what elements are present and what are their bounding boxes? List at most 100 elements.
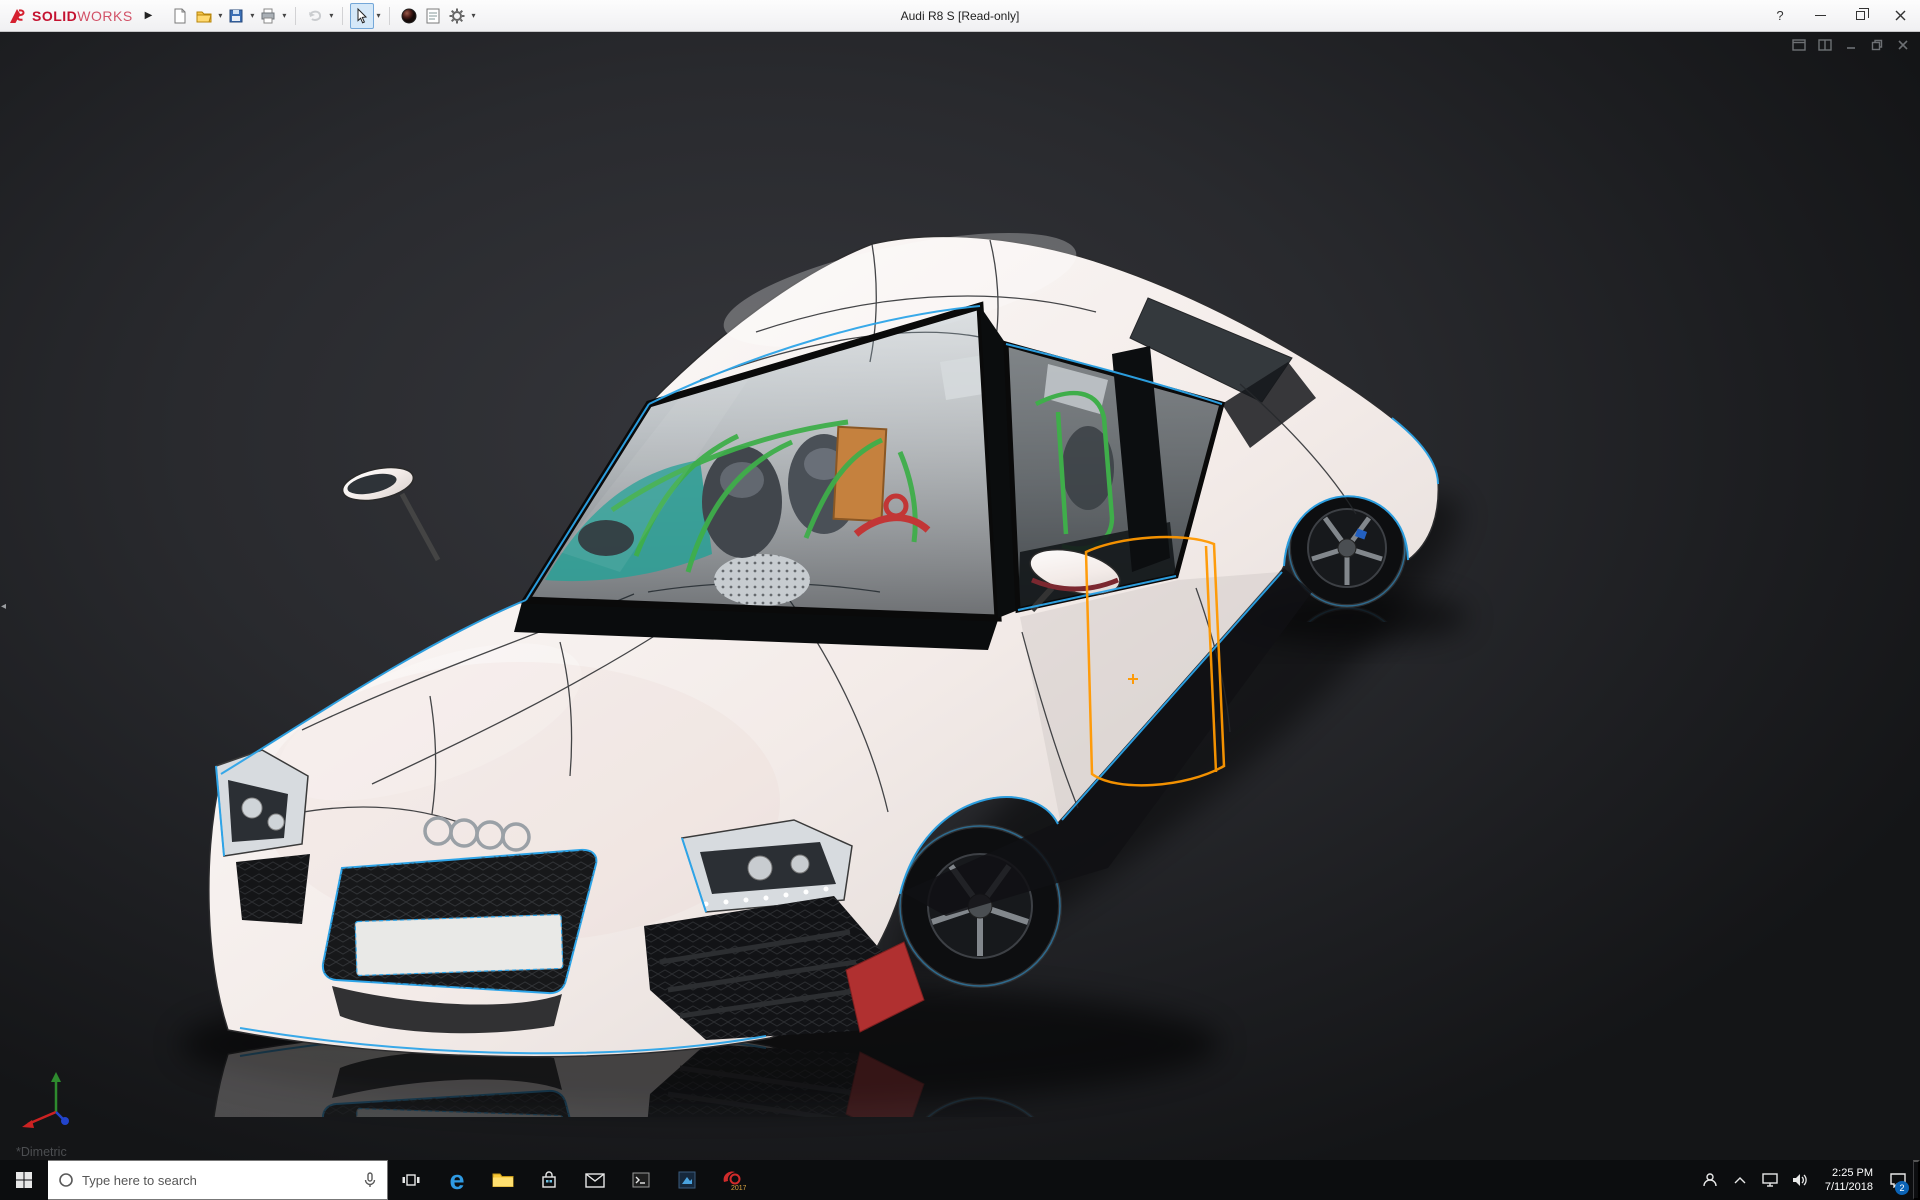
undo-dropdown[interactable]: ▾ xyxy=(327,11,335,20)
file-explorer-button[interactable] xyxy=(480,1160,526,1200)
split-window-icon xyxy=(1818,39,1832,51)
clock-date: 7/11/2018 xyxy=(1824,1181,1873,1193)
file-properties-button[interactable] xyxy=(421,3,445,29)
save-button[interactable] xyxy=(224,3,248,29)
task-view-button[interactable] xyxy=(388,1160,434,1200)
windows-logo-icon xyxy=(16,1172,32,1188)
people-button[interactable] xyxy=(1695,1160,1725,1200)
print-dropdown[interactable]: ▾ xyxy=(280,11,288,20)
screen: SOLIDWORKS ▶ ▾ ▾ ▾ ▾ ▾ ▾ Audi R8 S [Read… xyxy=(0,0,1920,1200)
microphone-icon[interactable] xyxy=(363,1172,377,1188)
edit-toolbar-group: ▾ xyxy=(303,3,335,29)
titlebar-controls: ? xyxy=(1760,0,1920,31)
view-toolbar-group: ▾ xyxy=(397,3,477,29)
open-dropdown[interactable]: ▾ xyxy=(216,11,224,20)
options-dropdown[interactable]: ▾ xyxy=(469,11,477,20)
minimize-doc-button[interactable] xyxy=(1842,37,1860,53)
file-explorer-icon xyxy=(492,1173,514,1187)
toolbar-separator xyxy=(389,6,391,25)
start-button[interactable] xyxy=(0,1160,48,1200)
options-button[interactable] xyxy=(445,3,469,29)
toolbar-separator xyxy=(295,6,297,25)
close-doc-icon xyxy=(1898,40,1908,50)
toolbar-separator xyxy=(342,6,344,25)
store-icon xyxy=(542,1171,556,1188)
brand-solid: SOLID xyxy=(32,7,78,24)
network-button[interactable] xyxy=(1755,1160,1785,1200)
search-placeholder: Type here to search xyxy=(82,1172,197,1188)
minimize-icon xyxy=(1814,15,1826,16)
z-axis-dot xyxy=(61,1117,69,1125)
print-icon xyxy=(261,8,275,23)
split-window-button[interactable] xyxy=(1816,37,1834,53)
command-prompt-icon xyxy=(632,1172,650,1188)
svg-text:2017: 2017 xyxy=(731,1185,746,1192)
command-prompt-button[interactable] xyxy=(618,1160,664,1200)
solidworks-logo: SOLIDWORKS xyxy=(0,6,139,26)
show-desktop-button[interactable] xyxy=(1913,1160,1920,1200)
mail-button[interactable] xyxy=(572,1160,618,1200)
ds-logo-icon xyxy=(10,8,25,23)
car-model[interactable] xyxy=(209,210,1438,1057)
network-icon xyxy=(1762,1173,1778,1187)
minimize-doc-icon xyxy=(1847,47,1855,49)
taskbar-clock[interactable]: 2:25 PM 7/11/2018 xyxy=(1815,1160,1883,1200)
undo-icon xyxy=(309,10,322,21)
new-document-icon xyxy=(174,8,186,23)
select-arrow-icon xyxy=(357,7,368,23)
main-toolbar: ▾ ▾ ▾ ▾ ▾ ▾ xyxy=(168,2,477,29)
new-window-button[interactable] xyxy=(1790,37,1808,53)
new-window-icon xyxy=(1792,39,1806,51)
store-button[interactable] xyxy=(526,1160,572,1200)
options-gear-icon xyxy=(449,8,465,23)
document-window-controls xyxy=(1790,37,1912,53)
restore-button[interactable] xyxy=(1840,0,1880,31)
audi-r8-model-scene[interactable] xyxy=(0,32,1920,1160)
edge-button[interactable]: e xyxy=(434,1160,480,1200)
cortana-icon xyxy=(59,1173,73,1187)
y-axis-arrow xyxy=(51,1072,61,1082)
save-dropdown[interactable]: ▾ xyxy=(248,11,256,20)
brand-text: SOLIDWORKS xyxy=(32,8,133,24)
close-button[interactable] xyxy=(1880,0,1920,31)
action-center-button[interactable]: 2 xyxy=(1883,1160,1913,1200)
graphics-viewport[interactable]: ◂ *Dimetric xyxy=(0,32,1920,1160)
notification-badge: 2 xyxy=(1895,1181,1909,1195)
appearance-button[interactable] xyxy=(397,3,421,29)
titlebar: SOLIDWORKS ▶ ▾ ▾ ▾ ▾ ▾ ▾ Audi R8 S [Read… xyxy=(0,0,1920,32)
undo-button[interactable] xyxy=(303,3,327,29)
pinned-app-button[interactable] xyxy=(664,1160,710,1200)
appearance-sphere-icon xyxy=(401,8,417,23)
taskbar: Type here to search e 2017 2:25 PM 7/11/… xyxy=(0,1160,1920,1200)
view-orientation-label: *Dimetric xyxy=(16,1145,67,1159)
menu-expand-arrow[interactable]: ▶ xyxy=(139,6,159,25)
hidden-icons-button[interactable] xyxy=(1725,1160,1755,1200)
close-icon xyxy=(1895,10,1905,21)
task-view-icon xyxy=(402,1174,420,1186)
new-document-button[interactable] xyxy=(168,3,192,29)
help-button[interactable]: ? xyxy=(1760,0,1800,31)
close-doc-button[interactable] xyxy=(1894,37,1912,53)
file-properties-icon xyxy=(426,8,440,23)
open-button[interactable] xyxy=(192,3,216,29)
volume-button[interactable] xyxy=(1785,1160,1815,1200)
people-icon xyxy=(1703,1173,1717,1187)
file-toolbar-group: ▾ ▾ ▾ xyxy=(168,3,288,29)
restore-doc-icon xyxy=(1871,39,1883,51)
chevron-up-icon xyxy=(1734,1177,1746,1184)
select-tool-button[interactable] xyxy=(350,2,375,29)
clock-time: 2:25 PM xyxy=(1832,1167,1873,1179)
open-icon xyxy=(196,11,213,22)
x-axis-arrow xyxy=(22,1120,34,1128)
save-icon xyxy=(229,9,243,22)
solidworks-2017-icon: 2017 xyxy=(723,1171,746,1192)
taskbar-search[interactable]: Type here to search xyxy=(48,1160,388,1200)
orientation-triad xyxy=(22,1072,69,1128)
print-button[interactable] xyxy=(256,3,280,29)
minimize-button[interactable] xyxy=(1800,0,1840,31)
select-tool-dropdown[interactable]: ▾ xyxy=(374,11,382,20)
system-tray: 2:25 PM 7/11/2018 2 xyxy=(1695,1160,1920,1200)
solidworks-taskbar-button[interactable]: 2017 xyxy=(710,1160,756,1200)
feature-panel-collapse-arrow[interactable]: ◂ xyxy=(0,597,7,616)
restore-doc-button[interactable] xyxy=(1868,37,1886,53)
